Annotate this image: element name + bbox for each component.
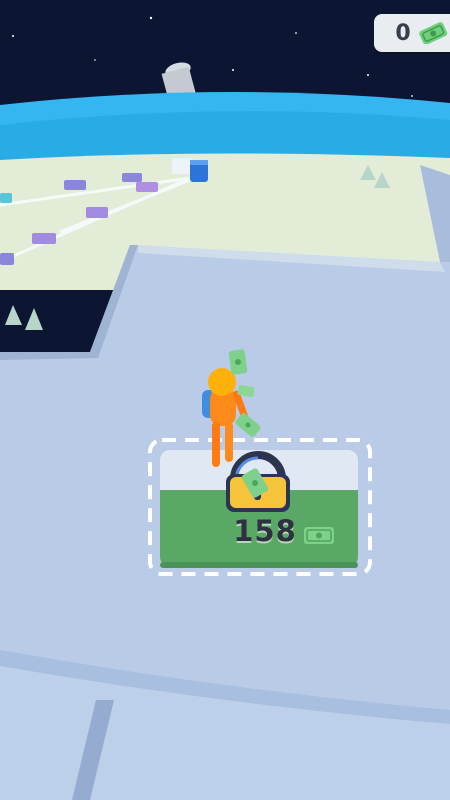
cash-icon: [419, 22, 448, 44]
money-counter: 0: [374, 14, 450, 52]
money-count: 0: [395, 20, 411, 46]
price-cash-icon: [304, 527, 334, 544]
game-scene[interactable]: 0 158: [0, 0, 450, 800]
unlock-price: 158: [233, 514, 297, 548]
game-world: [0, 0, 450, 800]
